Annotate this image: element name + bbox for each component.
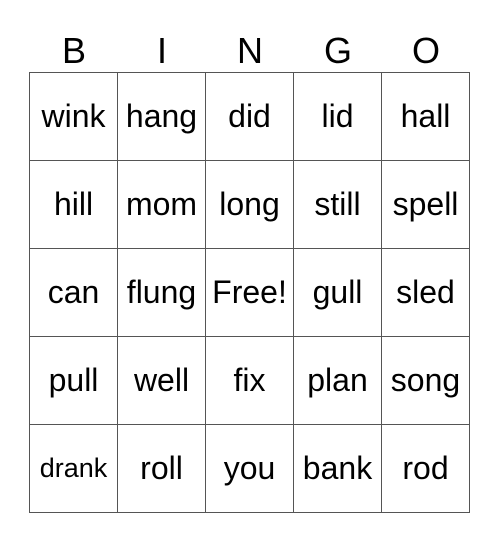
bingo-cell: rod — [381, 424, 470, 513]
bingo-cell: pull — [29, 336, 118, 425]
bingo-cell: can — [29, 248, 118, 337]
bingo-cell: mom — [117, 160, 206, 249]
bingo-cell: still — [293, 160, 382, 249]
bingo-cell: gull — [293, 248, 382, 337]
bingo-header: B I N G O — [30, 30, 470, 72]
grid-row: drank roll you bank rod — [29, 424, 470, 513]
bingo-cell: spell — [381, 160, 470, 249]
bingo-cell: flung — [117, 248, 206, 337]
bingo-cell: fix — [205, 336, 294, 425]
free-space-cell: Free! — [205, 248, 294, 337]
grid-row: hill mom long still spell — [29, 160, 470, 249]
bingo-cell: hang — [117, 72, 206, 161]
bingo-cell: wink — [29, 72, 118, 161]
bingo-cell: lid — [293, 72, 382, 161]
bingo-cell: well — [117, 336, 206, 425]
header-letter: I — [156, 30, 167, 71]
grid-row: wink hang did lid hall — [29, 72, 470, 161]
bingo-cell: hill — [29, 160, 118, 249]
bingo-cell: hall — [381, 72, 470, 161]
header-letter: B — [61, 30, 86, 71]
grid-row: can flung Free! gull sled — [29, 248, 470, 337]
bingo-cell: long — [205, 160, 294, 249]
bingo-cell: you — [205, 424, 294, 513]
bingo-cell: song — [381, 336, 470, 425]
header-letter: O — [411, 30, 440, 71]
bingo-cell: roll — [117, 424, 206, 513]
bingo-cell: did — [205, 72, 294, 161]
bingo-cell: drank — [29, 424, 118, 513]
header-letter: N — [237, 30, 263, 71]
bingo-cell: bank — [293, 424, 382, 513]
header-letter: G — [323, 30, 352, 71]
grid-row: pull well fix plan song — [29, 336, 470, 425]
bingo-cell: plan — [293, 336, 382, 425]
bingo-grid: wink hang did lid hall hill mom long still spell c… — [29, 72, 470, 513]
bingo-cell: sled — [381, 248, 470, 337]
